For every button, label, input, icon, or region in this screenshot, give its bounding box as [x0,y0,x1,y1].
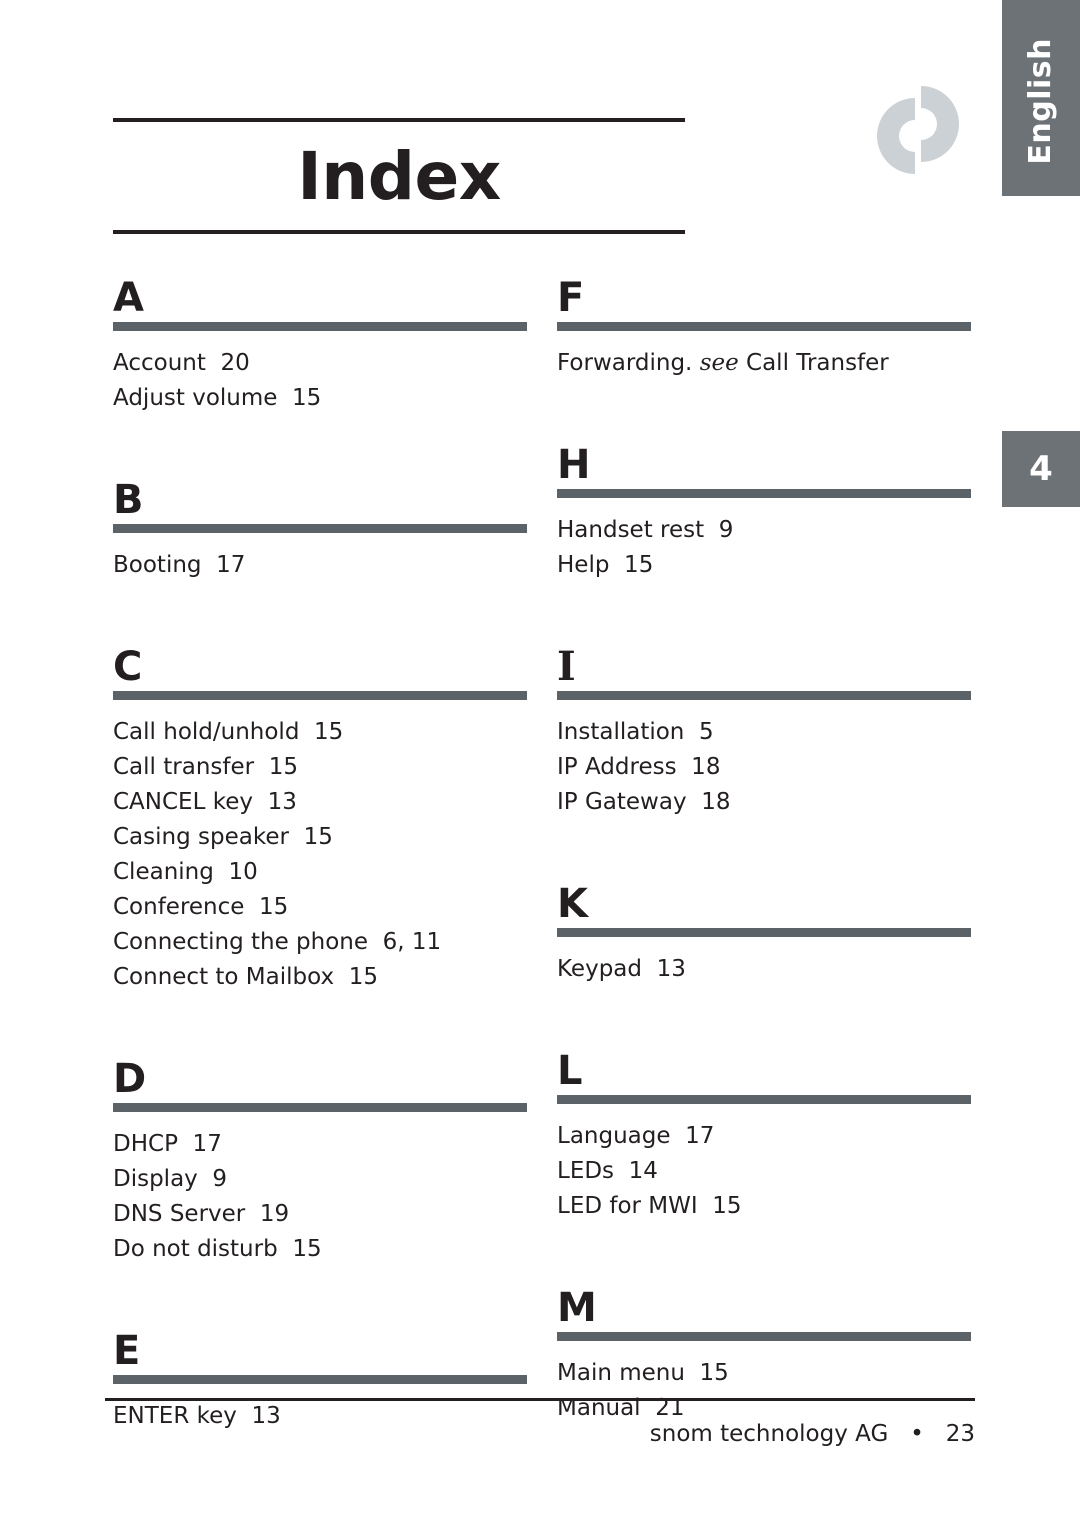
index-entry[interactable]: Keypad 13 [557,952,971,987]
index-entry[interactable]: Call hold/unhold 15 [113,715,527,750]
index-entry[interactable]: Display 9 [113,1162,527,1197]
index-entry[interactable]: IP Address 18 [557,750,971,785]
section-rule [113,524,527,533]
index-entry-see: see [699,350,739,376]
section-rule [557,928,971,937]
index-right-column: F Forwarding. see Call Transfer H Handse… [557,278,971,1438]
language-tab-label: English [1023,37,1058,165]
section-rule [557,1095,971,1104]
index-entry[interactable]: LED for MWI 15 [557,1189,971,1224]
section-letter: L [557,1048,583,1094]
index-left-column: A Account 20 Adjust volume 15 B Booting … [113,278,527,1438]
index-section-k: K Keypad 13 [557,884,971,987]
section-letter: H [557,442,591,488]
index-entry[interactable]: Call transfer 15 [113,750,527,785]
index-section-i: I Installation 5 IP Address 18 IP Gatewa… [557,647,971,820]
footer-text: snom technology AG • 23 [649,1421,975,1447]
index-entry[interactable]: Conference 15 [113,890,527,925]
title-block: Index [113,118,685,234]
index-entry-text: Forwarding. [557,350,700,376]
section-rule [557,691,971,700]
index-columns: A Account 20 Adjust volume 15 B Booting … [113,278,972,1438]
index-entry[interactable]: DNS Server 19 [113,1197,527,1232]
section-letter: B [113,477,144,523]
index-entry[interactable]: Cleaning 10 [113,855,527,890]
index-entry[interactable]: Installation 5 [557,715,971,750]
title-rule-bottom [113,230,685,234]
page-title: Index [297,138,501,215]
index-entry[interactable]: DHCP 17 [113,1127,527,1162]
section-letter: A [113,275,144,321]
chapter-tab[interactable]: 4 [1002,431,1080,507]
index-section-a: A Account 20 Adjust volume 15 [113,278,527,416]
index-entry[interactable]: Connect to Mailbox 15 [113,960,527,995]
index-section-c: C Call hold/unhold 15 Call transfer 15 C… [113,647,527,995]
index-section-b: B Booting 17 [113,480,527,583]
index-entry[interactable]: IP Gateway 18 [557,785,971,820]
index-entry[interactable]: Main menu 15 [557,1356,971,1391]
section-letter: D [113,1056,147,1102]
chapter-tab-label: 4 [1029,449,1053,489]
index-entry[interactable]: Language 17 [557,1119,971,1154]
index-entry[interactable]: Help 15 [557,548,971,583]
page-footer: snom technology AG • 23 [105,1398,975,1446]
section-letter: K [557,881,588,927]
index-entry[interactable]: Casing speaker 15 [113,820,527,855]
section-rule [113,1103,527,1112]
index-entry[interactable]: Do not disturb 15 [113,1232,527,1267]
section-rule [113,1375,527,1384]
index-entry[interactable]: CANCEL key 13 [113,785,527,820]
index-section-f: F Forwarding. see Call Transfer [557,278,971,381]
index-entry[interactable]: LEDs 14 [557,1154,971,1189]
section-rule [113,322,527,331]
index-section-l: L Language 17 LEDs 14 LED for MWI 15 [557,1051,971,1224]
section-letter: C [113,644,143,690]
section-letter: F [557,275,585,321]
index-entry[interactable]: Booting 17 [113,548,527,583]
section-rule [557,1332,971,1341]
index-entry-target: Call Transfer [738,350,889,376]
index-entry[interactable]: Forwarding. see Call Transfer [557,346,971,381]
language-tab[interactable]: English [1002,0,1080,196]
index-section-d: D DHCP 17 Display 9 DNS Server 19 Do not… [113,1059,527,1267]
index-entry[interactable]: Connecting the phone 6, 11 [113,925,527,960]
section-letter: E [113,1328,141,1374]
index-section-h: H Handset rest 9 Help 15 [557,445,971,583]
section-letter: I [557,643,576,690]
section-letter: M [557,1285,597,1331]
section-rule [113,691,527,700]
index-entry[interactable]: Adjust volume 15 [113,381,527,416]
index-entry[interactable]: Handset rest 9 [557,513,971,548]
snom-logo-icon [866,78,970,182]
section-rule [557,322,971,331]
section-rule [557,489,971,498]
index-entry[interactable]: Account 20 [113,346,527,381]
